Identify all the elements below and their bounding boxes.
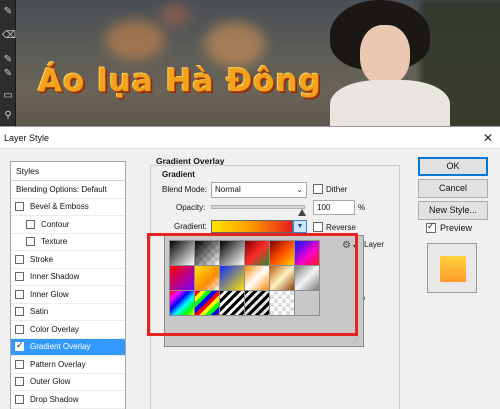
- style-item-label: Outer Glow: [30, 377, 71, 387]
- lantern-glow: [205, 22, 265, 67]
- resize-grip-icon[interactable]: ⋰: [353, 336, 360, 344]
- brush-icon[interactable]: ✎: [2, 54, 14, 66]
- gradient-label: Gradient:: [174, 222, 207, 231]
- styles-list: Styles Blending Options: Default Bevel &…: [10, 161, 126, 409]
- brush-icon[interactable]: ✎: [2, 6, 14, 18]
- preview-swatch: [440, 256, 466, 282]
- cancel-button[interactable]: Cancel: [418, 179, 488, 198]
- layer-label: Layer: [364, 240, 385, 249]
- style-item[interactable]: Outer Glow: [11, 374, 125, 391]
- style-checkbox[interactable]: [15, 289, 24, 299]
- gradient-swatch[interactable]: [211, 220, 293, 233]
- style-item[interactable]: Pattern Overlay: [11, 356, 125, 374]
- style-item-label: Contour: [41, 219, 70, 229]
- lantern-glow: [105, 20, 165, 60]
- style-checkbox[interactable]: [15, 394, 24, 404]
- dither-box[interactable]: [313, 184, 323, 194]
- styles-header[interactable]: Styles: [11, 162, 125, 181]
- brush-icon[interactable]: ✎: [2, 68, 14, 80]
- blend-mode-label: Blend Mode:: [162, 185, 207, 194]
- reverse-checkbox[interactable]: Reverse: [313, 222, 356, 232]
- preview-checkbox[interactable]: Preview: [426, 221, 473, 233]
- style-item[interactable]: Gradient Overlay: [11, 338, 125, 356]
- style-item-label: Pattern Overlay: [30, 359, 86, 369]
- style-item-label: Drop Shadow: [30, 394, 79, 404]
- style-checkbox[interactable]: [26, 219, 35, 229]
- style-checkbox[interactable]: [15, 254, 24, 264]
- woman-dress: [330, 80, 450, 130]
- blend-mode-value: Normal: [215, 185, 241, 194]
- style-item-label: Satin: [30, 307, 49, 317]
- style-checkbox[interactable]: [15, 272, 24, 282]
- style-checkbox[interactable]: [15, 377, 24, 387]
- blend-mode-select[interactable]: Normal ⌄: [211, 182, 307, 198]
- style-checkbox[interactable]: [15, 359, 24, 369]
- dither-label: Dither: [326, 184, 348, 194]
- banner-text: Áo lụa Hà Đông: [38, 63, 322, 99]
- opacity-slider-track[interactable]: [211, 205, 305, 209]
- style-item-label: Inner Glow: [30, 289, 69, 299]
- style-item-label: Color Overlay: [30, 324, 79, 334]
- style-item[interactable]: Inner Shadow: [11, 269, 125, 286]
- opacity-slider-thumb[interactable]: [298, 209, 306, 216]
- style-item-label: Stroke: [30, 254, 54, 264]
- dither-checkbox[interactable]: Dither: [313, 184, 347, 194]
- ok-button[interactable]: OK: [418, 157, 488, 176]
- style-checkbox[interactable]: [15, 340, 24, 352]
- close-icon[interactable]: ✕: [476, 128, 500, 148]
- style-item[interactable]: Satin: [11, 304, 125, 321]
- highlight-box: [147, 233, 358, 336]
- style-checkbox[interactable]: [15, 324, 24, 334]
- style-item[interactable]: Contour: [11, 216, 125, 234]
- new-style-button[interactable]: New Style...: [418, 201, 488, 220]
- style-item[interactable]: Inner Glow: [11, 286, 125, 304]
- style-item[interactable]: Drop Shadow: [11, 391, 125, 409]
- rectangle-icon[interactable]: ▭: [2, 90, 14, 102]
- zoom-icon[interactable]: ⚲: [2, 110, 14, 122]
- gradient-dropdown-arrow[interactable]: ▼: [293, 220, 307, 233]
- style-item-label: Gradient Overlay: [30, 342, 91, 352]
- eraser-icon[interactable]: ⌫: [2, 30, 16, 42]
- opacity-unit: %: [358, 203, 366, 212]
- blending-options[interactable]: Blending Options: Default: [11, 181, 125, 199]
- dialog-titlebar: Layer Style ✕: [0, 127, 500, 149]
- style-item-label: Texture: [41, 237, 68, 247]
- style-checkbox[interactable]: [26, 237, 35, 247]
- dialog-title: Layer Style: [4, 132, 50, 143]
- sub-title: Gradient: [162, 170, 195, 179]
- opacity-input[interactable]: 100: [313, 200, 355, 215]
- style-checkbox[interactable]: [15, 307, 24, 317]
- style-item[interactable]: Texture: [11, 234, 125, 251]
- style-item[interactable]: Color Overlay: [11, 321, 125, 339]
- style-preview: [427, 243, 477, 293]
- chevron-down-icon: ⌄: [296, 185, 303, 194]
- style-item[interactable]: Stroke: [11, 251, 125, 269]
- style-item[interactable]: Bevel & Emboss: [11, 199, 125, 216]
- woman-face: [360, 25, 410, 85]
- preview-box[interactable]: [426, 221, 436, 233]
- style-item-label: Bevel & Emboss: [30, 202, 89, 212]
- layer-style-dialog: Layer Style ✕ Styles Blending Options: D…: [0, 126, 500, 409]
- style-item-label: Inner Shadow: [30, 272, 80, 282]
- reverse-label: Reverse: [326, 222, 356, 232]
- reverse-box[interactable]: [313, 222, 323, 232]
- style-checkbox[interactable]: [15, 202, 24, 212]
- preview-label: Preview: [440, 223, 473, 233]
- opacity-label: Opacity:: [176, 203, 206, 212]
- lantern-glow: [160, 5, 190, 25]
